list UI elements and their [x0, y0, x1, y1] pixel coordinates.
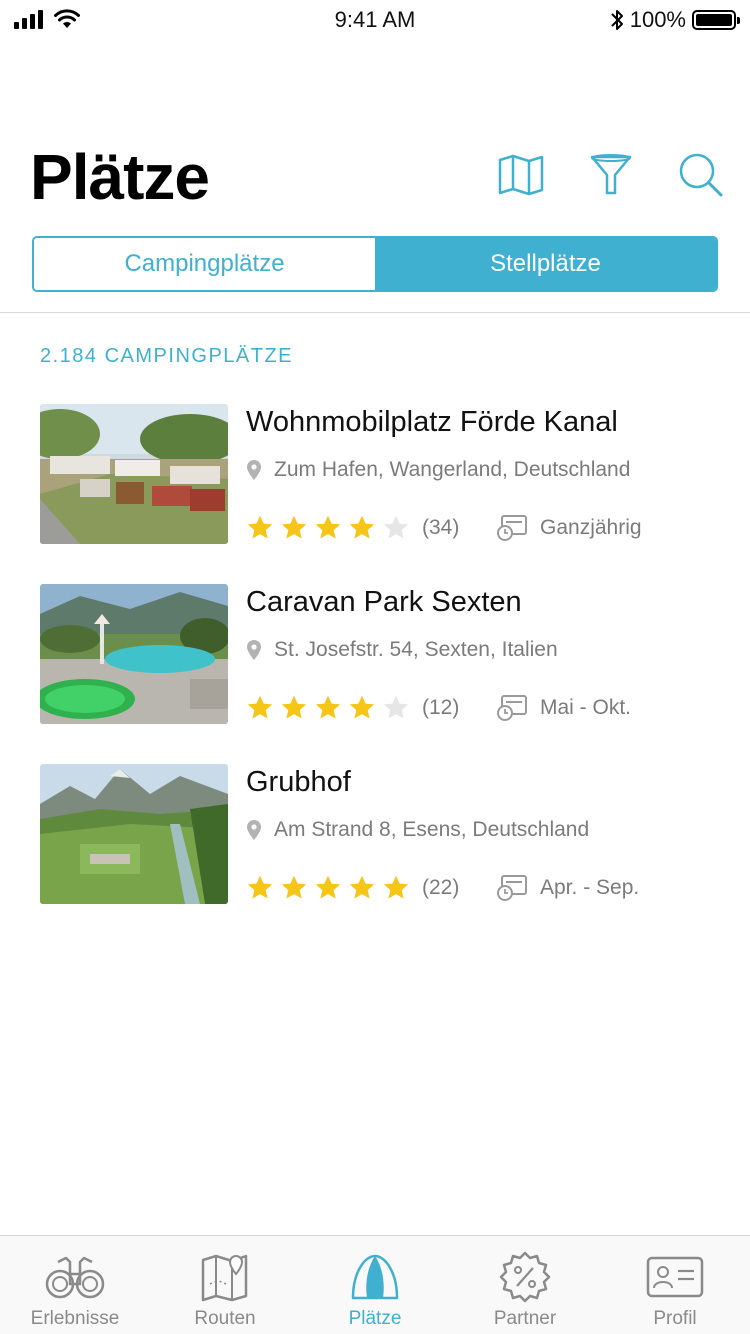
review-count: (12)	[422, 696, 460, 719]
star-filled-icon	[247, 695, 273, 719]
star-filled-icon	[315, 515, 341, 539]
location-pin-icon	[247, 820, 261, 840]
star-rating	[246, 694, 410, 722]
star-rating	[246, 874, 410, 902]
place-meta: (34) Ganzjährig	[246, 514, 642, 542]
tab-partner[interactable]: Partner	[450, 1236, 600, 1334]
tab-label: Profil	[653, 1308, 697, 1329]
star-rating	[246, 514, 410, 542]
place-name: Grubhof	[246, 766, 351, 798]
tab-bar: Erlebnisse Routen Plätze Partner Profil	[0, 1235, 750, 1334]
star-filled-icon	[247, 875, 273, 899]
segment-campingplaetze[interactable]: Campingplätze	[34, 238, 375, 290]
mountain-valley-photo	[40, 764, 228, 904]
location-pin-icon	[247, 460, 261, 480]
filter-icon[interactable]	[588, 152, 634, 198]
segmented-control: Campingplätze Stellplätze	[32, 236, 718, 292]
calendar-clock-icon	[497, 515, 527, 541]
tab-erlebnisse[interactable]: Erlebnisse	[0, 1236, 150, 1334]
address-text: St. Josefstr. 54, Sexten, Italien	[274, 638, 558, 661]
star-filled-icon	[349, 695, 375, 719]
star-filled-icon	[315, 695, 341, 719]
location-pin-icon	[247, 640, 261, 660]
segment-stellplaetze[interactable]: Stellplätze	[375, 238, 716, 290]
place-address: St. Josefstr. 54, Sexten, Italien	[246, 638, 558, 662]
season-info: Ganzjährig	[496, 514, 642, 542]
calendar-clock-icon	[497, 695, 527, 721]
places-list: Wohnmobilplatz Förde Kanal Zum Hafen, Wa…	[40, 404, 720, 944]
tab-label: Erlebnisse	[30, 1308, 120, 1329]
header-actions	[498, 152, 724, 198]
place-name: Wohnmobilplatz Förde Kanal	[246, 406, 618, 438]
status-bar: 9:41 AM 100%	[0, 0, 750, 40]
star-empty-icon	[383, 515, 409, 539]
results-count: 2.184 CAMPINGPLÄTZE	[40, 345, 294, 367]
star-filled-icon	[281, 875, 307, 899]
tab-label: Partner	[493, 1308, 557, 1329]
tab-label: Routen	[194, 1308, 256, 1329]
tab-profil[interactable]: Profil	[600, 1236, 750, 1334]
percent-badge-icon	[493, 1250, 557, 1304]
star-filled-icon	[281, 515, 307, 539]
caravan-site-photo	[40, 404, 228, 544]
battery-percentage: 100%	[629, 7, 686, 32]
header-divider	[0, 312, 750, 313]
binoculars-icon	[43, 1250, 107, 1304]
season-text: Ganzjährig	[540, 516, 642, 539]
list-item[interactable]: Wohnmobilplatz Förde Kanal Zum Hafen, Wa…	[40, 404, 720, 584]
place-address: Zum Hafen, Wangerland, Deutschland	[246, 458, 630, 482]
star-filled-icon	[247, 515, 273, 539]
star-filled-icon	[349, 515, 375, 539]
map-icon[interactable]	[498, 152, 544, 198]
page-title: Plätze	[30, 141, 210, 213]
tab-plaetze[interactable]: Plätze	[300, 1236, 450, 1334]
star-filled-icon	[315, 875, 341, 899]
place-address: Am Strand 8, Esens, Deutschland	[246, 818, 589, 842]
place-meta: (12) Mai - Okt.	[246, 694, 631, 722]
star-filled-icon	[383, 875, 409, 899]
bluetooth-icon	[611, 10, 623, 30]
place-meta: (22) Apr. - Sep.	[246, 874, 639, 902]
star-filled-icon	[349, 875, 375, 899]
route-map-icon	[193, 1250, 257, 1304]
list-item[interactable]: Grubhof Am Strand 8, Esens, Deutschland …	[40, 764, 720, 944]
place-name: Caravan Park Sexten	[246, 586, 522, 618]
calendar-clock-icon	[497, 875, 527, 901]
review-count: (34)	[422, 516, 460, 539]
id-card-icon	[643, 1250, 707, 1304]
search-icon[interactable]	[678, 152, 724, 198]
tent-icon	[343, 1250, 407, 1304]
address-text: Zum Hafen, Wangerland, Deutschland	[274, 458, 631, 481]
tab-label: Plätze	[348, 1308, 402, 1329]
pool-photo	[40, 584, 228, 724]
battery-icon	[692, 10, 740, 30]
season-info: Mai - Okt.	[496, 694, 631, 722]
star-filled-icon	[281, 695, 307, 719]
list-item[interactable]: Caravan Park Sexten St. Josefstr. 54, Se…	[40, 584, 720, 764]
status-right: 100%	[610, 7, 740, 33]
address-text: Am Strand 8, Esens, Deutschland	[274, 818, 590, 841]
star-empty-icon	[383, 695, 409, 719]
season-info: Apr. - Sep.	[496, 874, 639, 902]
season-text: Apr. - Sep.	[540, 876, 640, 899]
season-text: Mai - Okt.	[540, 696, 632, 719]
review-count: (22)	[422, 876, 460, 899]
tab-routen[interactable]: Routen	[150, 1236, 300, 1334]
